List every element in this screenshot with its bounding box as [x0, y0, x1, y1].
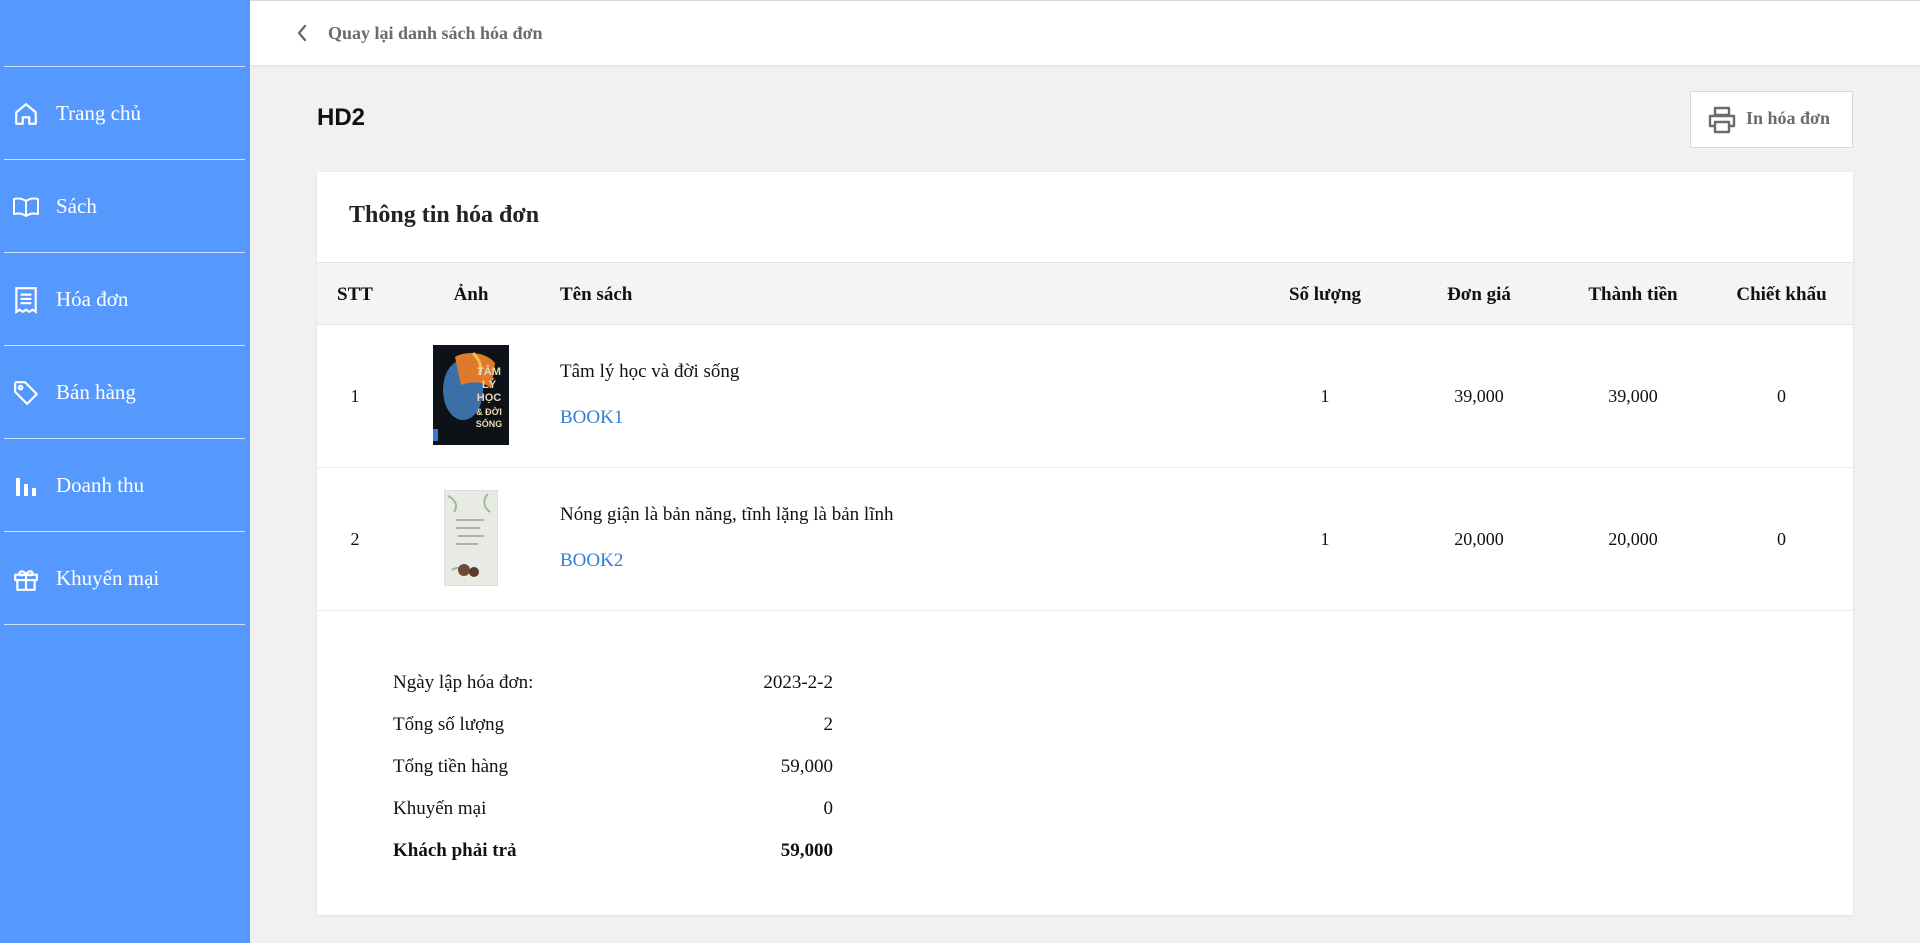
table-row: 1 TÂM LÝ HỌC & ĐỜI SỐNG Tâm lý học và đờ… [317, 325, 1853, 468]
sidebar-item-label: Doanh thu [56, 473, 145, 497]
column-header-image: Ảnh [453, 283, 489, 305]
summary-label: Tổng tiền hàng [393, 756, 509, 777]
summary-label: Khách phải trả [393, 840, 517, 861]
print-button-label: In hóa đơn [1746, 108, 1831, 128]
summary-row-amount-due: Khách phải trả 59,000 [393, 840, 833, 870]
amount-cell: 39,000 [1608, 386, 1658, 406]
column-header-quantity: Số lượng [1288, 283, 1362, 305]
discount-cell: 0 [1777, 529, 1786, 549]
summary-row-promotion: Khuyến mại 0 [393, 798, 833, 828]
gift-icon [12, 565, 40, 593]
svg-text:SỐNG: SỐNG [476, 418, 503, 429]
card-title: Thông tin hóa đơn [349, 202, 540, 228]
column-header-title: Tên sách [560, 283, 633, 305]
summary-row-date: Ngày lập hóa đơn: 2023-2-2 [393, 672, 833, 702]
amount-cell: 20,000 [1608, 529, 1658, 549]
summary-value: 59,000 [780, 756, 833, 777]
receipt-icon [12, 286, 40, 314]
chevron-left-icon [296, 19, 314, 47]
printer-icon [1707, 106, 1737, 134]
quantity-cell: 1 [1320, 529, 1330, 549]
column-header-amount: Thành tiền [1588, 283, 1678, 305]
summary-label: Tổng số lượng [393, 714, 505, 735]
svg-text:HỌC: HỌC [477, 392, 502, 404]
book-title: Tâm lý học và đời sống [560, 361, 740, 382]
book-icon [12, 193, 40, 221]
sidebar-item-books[interactable]: Sách [0, 160, 250, 253]
svg-text:& ĐỜI: & ĐỜI [476, 406, 502, 417]
page-title: HD2 [317, 104, 366, 131]
svg-text:TÂM: TÂM [477, 365, 501, 378]
row-index: 2 [350, 529, 360, 549]
sidebar-item-invoices[interactable]: Hóa đơn [0, 253, 250, 346]
table-header: STT Ảnh Tên sách Số lượng Đơn giá Thành … [317, 262, 1853, 325]
summary-label: Ngày lập hóa đơn: [393, 672, 534, 693]
top-bar: Quay lại danh sách hóa đơn [250, 0, 1920, 65]
back-to-invoices-link[interactable]: Quay lại danh sách hóa đơn [296, 19, 543, 47]
tag-icon [12, 379, 40, 407]
book-title: Nóng giận là bản năng, tĩnh lặng là bản … [560, 504, 894, 525]
sidebar-item-sales[interactable]: Bán hàng [0, 346, 250, 439]
summary-value: 59,000 [780, 840, 833, 861]
book-code-link[interactable]: BOOK1 [560, 407, 623, 429]
back-link-label: Quay lại danh sách hóa đơn [328, 22, 543, 43]
sidebar-item-home[interactable]: Trang chủ [0, 67, 250, 160]
column-header-unit-price: Đơn giá [1447, 283, 1511, 305]
summary-value: 2 [823, 714, 834, 735]
table-row: 2 Nóng giận là bản năng, tĩnh lặng là bả… [317, 468, 1853, 611]
sidebar: Trang chủ Sách Hóa đơn Bán hàng Doanh th… [0, 0, 250, 943]
summary-row-total-quantity: Tổng số lượng 2 [393, 714, 833, 744]
home-icon [12, 100, 40, 128]
summary-label: Khuyến mại [393, 798, 487, 819]
sidebar-item-label: Trang chủ [56, 101, 141, 125]
svg-text:LÝ: LÝ [482, 378, 497, 391]
invoice-card: Thông tin hóa đơn STT Ảnh Tên sách Số lư… [317, 172, 1853, 915]
sidebar-item-revenue[interactable]: Doanh thu [0, 439, 250, 532]
unit-price-cell: 39,000 [1454, 386, 1504, 406]
summary-value: 0 [823, 798, 834, 819]
quantity-cell: 1 [1320, 386, 1330, 406]
summary-row-subtotal: Tổng tiền hàng 59,000 [393, 756, 833, 786]
sidebar-item-label: Hóa đơn [56, 287, 129, 311]
book-cover-image: TÂM LÝ HỌC & ĐỜI SỐNG [433, 345, 509, 445]
discount-cell: 0 [1777, 386, 1786, 406]
unit-price-cell: 20,000 [1454, 529, 1504, 549]
print-invoice-button[interactable]: In hóa đơn [1690, 91, 1853, 148]
bar-chart-icon [12, 472, 40, 500]
column-header-stt: STT [337, 283, 373, 305]
column-header-discount: Chiết khấu [1736, 283, 1827, 305]
row-index: 1 [350, 386, 360, 406]
sidebar-item-promotions[interactable]: Khuyến mại [0, 532, 250, 625]
book-code-link[interactable]: BOOK2 [560, 550, 623, 572]
sidebar-item-label: Khuyến mại [56, 566, 160, 590]
book-cover-image [443, 489, 499, 587]
sidebar-item-label: Bán hàng [56, 380, 136, 404]
sidebar-item-label: Sách [56, 194, 97, 218]
summary-value: 2023-2-2 [763, 672, 833, 693]
